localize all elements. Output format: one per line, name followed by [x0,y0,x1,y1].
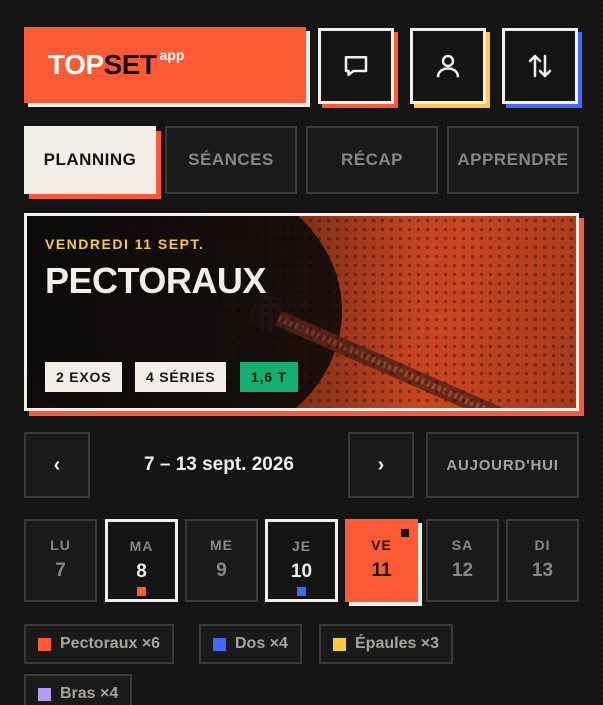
day-name: JE [291,538,312,554]
day-number: 12 [451,560,474,581]
legend-item-epaules[interactable]: Épaules ×3 [319,624,454,664]
today-button[interactable]: AUJOURD'HUI [426,432,579,498]
legend-label: Bras ×4 [60,685,119,702]
sort-button[interactable] [502,28,578,104]
tab-apprendre[interactable]: APPRENDRE [447,126,579,194]
day-cell[interactable]: ME 9 [185,519,258,602]
day-name: SA [451,537,474,553]
tab-seances[interactable]: SÉANCES [165,126,297,194]
day-number: 7 [55,560,66,581]
day-cell-today[interactable]: VE 11 [345,519,418,602]
day-cell[interactable]: MA 8 [105,519,178,602]
sets-chip: 4 SÉRIES [135,362,227,392]
day-cell[interactable]: LU 7 [24,519,97,602]
day-number: 10 [290,561,313,582]
legend-swatch [333,637,346,651]
day-name: VE [371,537,392,553]
legend-label: Dos ×4 [235,635,288,652]
exercises-chip: 2 EXOS [45,362,123,392]
week-range: 7 – 13 sept. 2026 [144,454,294,475]
legend-swatch [38,687,51,701]
session-date: VENDREDI 11 SEPT. [45,236,205,252]
session-hero-card[interactable]: VENDREDI 11 SEPT. PECTORAUX 2 EXOS 4 SÉR… [24,213,579,411]
legend-item-bras[interactable]: Bras ×4 [24,674,133,705]
legend-label: Épaules ×3 [355,635,440,652]
user-icon [436,54,460,78]
day-number: 11 [371,560,392,581]
legend-item-dos[interactable]: Dos ×4 [199,624,302,664]
tonnage-chip: 1,6 T [240,362,298,392]
day-cell[interactable]: DI 13 [506,519,579,602]
day-name: ME [210,537,233,553]
tab-planning[interactable]: PLANNING [24,126,156,194]
session-title: PECTORAUX [45,260,266,301]
profile-button[interactable] [410,28,486,104]
day-name: LU [50,537,71,553]
day-cell[interactable]: SA 12 [426,519,499,602]
chat-icon [344,56,368,76]
session-dot [297,587,306,596]
legend-swatch [213,637,226,651]
day-name: MA [129,538,154,554]
legend-label: Pectoraux ×6 [60,635,161,652]
day-name: DI [534,537,551,553]
prev-week-button[interactable]: ‹ [24,432,90,498]
legend-item-pectoraux[interactable]: Pectoraux ×6 [24,624,175,664]
sort-arrows-icon [528,54,552,78]
chevron-left-icon: ‹ [53,453,61,476]
day-number: 8 [136,561,147,582]
chat-button[interactable] [318,28,394,104]
session-dot [137,587,146,596]
next-week-button[interactable]: › [348,432,414,498]
chevron-right-icon: › [377,453,385,476]
logo-app-suffix: app [159,47,185,63]
logo-wordmark: TOPSET [48,49,157,80]
tab-recap[interactable]: RÉCAP [306,126,438,194]
legend-swatch [38,637,51,651]
day-number: 9 [216,560,227,581]
app-logo[interactable]: TOPSET app [24,27,306,103]
day-number: 13 [531,560,554,581]
day-cell[interactable]: JE 10 [265,519,338,602]
today-marker [401,529,409,537]
